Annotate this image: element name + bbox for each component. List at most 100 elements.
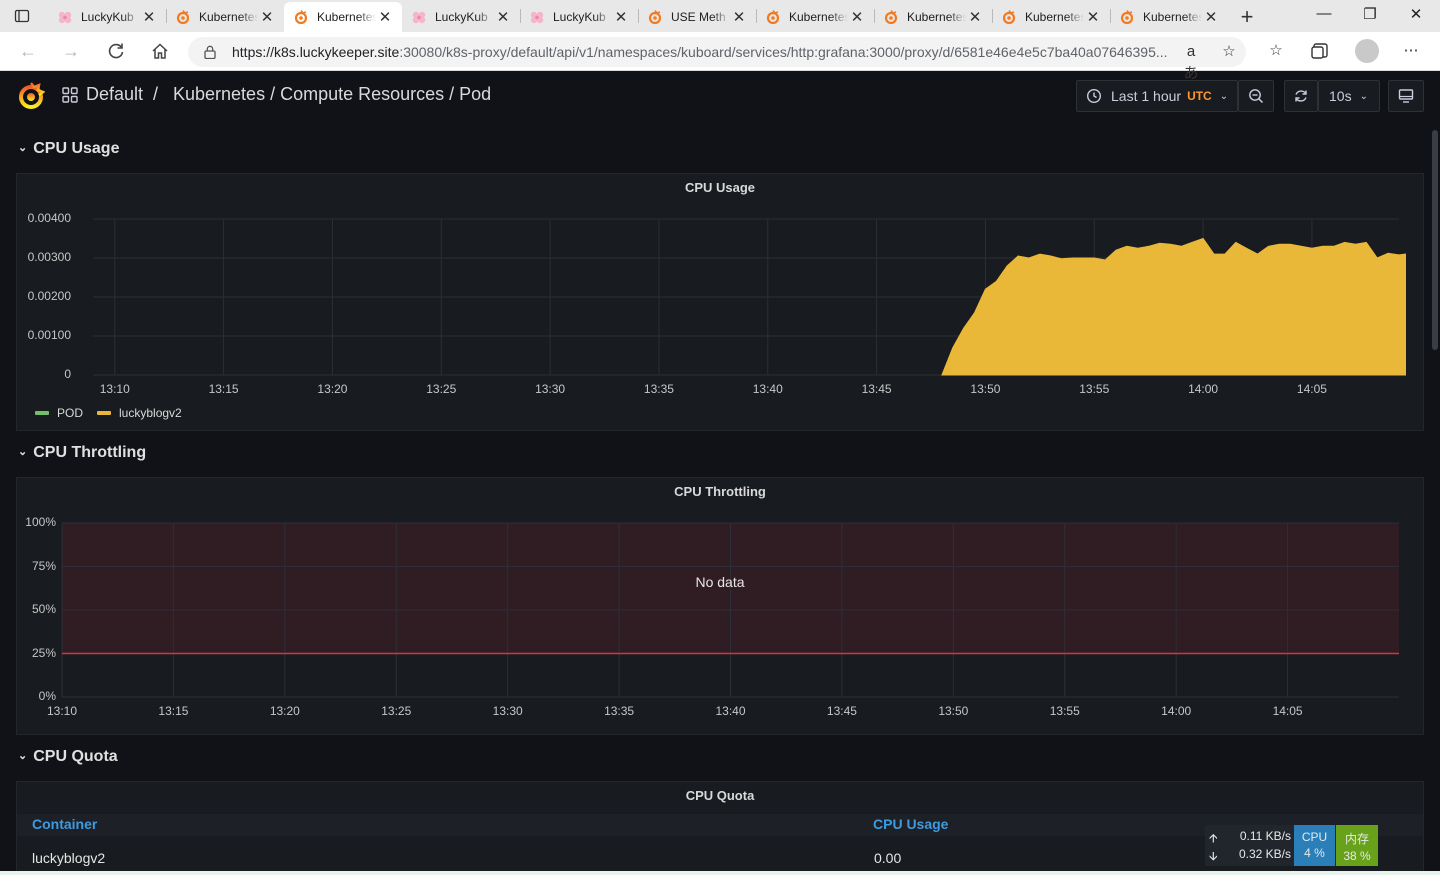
close-tab-icon[interactable]: ✕ (140, 8, 158, 26)
forward-button[interactable]: → (60, 40, 82, 62)
browser-tab[interactable]: USE Meth ✕ (638, 2, 756, 32)
close-tab-icon[interactable]: ✕ (966, 8, 984, 26)
home-icon[interactable] (149, 40, 171, 62)
back-button[interactable]: ← (17, 40, 39, 62)
tab-separator (992, 9, 993, 23)
refresh-button[interactable] (1284, 80, 1318, 112)
dashboard-title[interactable]: Kubernetes / Compute Resources / Pod (173, 84, 491, 105)
browser-tab[interactable]: Kubernetes ✕ (992, 2, 1110, 32)
row-header-cpu-usage[interactable]: ⌄ CPU Usage (18, 140, 119, 158)
row-header-cpu-quota[interactable]: ⌄ CPU Quota (18, 748, 118, 766)
download-speed: 0.32 KB/s (1238, 847, 1291, 861)
tab-separator (874, 9, 875, 23)
close-tab-icon[interactable]: ✕ (730, 8, 748, 26)
tv-mode-button[interactable] (1388, 80, 1424, 112)
time-range-picker[interactable]: Last 1 hour UTC ⌄ (1076, 80, 1238, 112)
tab-title: Kubernetes (789, 10, 848, 24)
reload-icon[interactable] (105, 40, 127, 62)
url-host: https://k8s.luckykeeper.site (232, 44, 400, 60)
close-tab-icon[interactable]: ✕ (376, 8, 394, 26)
lock-icon[interactable] (204, 45, 216, 59)
browser-tab[interactable]: LuckyKub ✕ (402, 2, 520, 32)
chevron-down-icon: ⌄ (18, 142, 28, 154)
chevron-down-icon: ⌄ (1359, 90, 1368, 102)
close-tab-icon[interactable]: ✕ (494, 8, 512, 26)
read-aloud-icon[interactable]: aあ (1180, 41, 1202, 82)
cpu-usage-graph[interactable] (17, 174, 1423, 432)
browser-tab[interactable]: Kubernetes ✕ (166, 2, 284, 32)
close-tab-icon[interactable]: ✕ (848, 8, 866, 26)
address-bar[interactable]: https://k8s.luckykeeper.site:30080/k8s-p… (188, 37, 1246, 82)
browser-tab[interactable]: Kubernetes ✕ (284, 2, 402, 32)
column-header-cpu-usage[interactable]: CPU Usage (873, 816, 948, 832)
browser-tab[interactable]: Kubernetes ✕ (1110, 2, 1228, 32)
breadcrumb-folder[interactable]: Default (86, 84, 143, 105)
grafana-favicon-icon (176, 10, 190, 25)
grafana-favicon-icon (648, 10, 662, 25)
grafana-favicon-icon (884, 10, 898, 25)
series-area-luckyblogv2[interactable] (941, 237, 1406, 376)
grafana-logo-icon[interactable] (17, 81, 45, 111)
row-title-text: CPU Throttling (33, 444, 147, 461)
more-menu-icon[interactable]: ⋯ (1400, 40, 1422, 62)
close-tab-icon[interactable]: ✕ (1202, 8, 1220, 26)
panel-title[interactable]: CPU Quota (17, 788, 1423, 803)
refresh-interval-label: 10s (1329, 88, 1352, 104)
browser-toolbar: ← → https://k8s.luckykeeper.site:30080/k… (0, 32, 1440, 82)
profile-avatar[interactable] (1355, 39, 1379, 63)
restore-button[interactable]: ❐ (1359, 5, 1381, 23)
column-header-container[interactable]: Container (32, 816, 97, 832)
browser-tab[interactable]: Kubernetes ✕ (874, 2, 992, 32)
legend-item-pod[interactable]: POD (57, 406, 83, 420)
grafana-favicon-icon (1120, 10, 1134, 25)
row-header-cpu-throttling[interactable]: ⌄ CPU Throttling (18, 444, 146, 462)
collections-icon[interactable] (1309, 40, 1331, 62)
tab-title: Kubernetes (1143, 10, 1202, 24)
close-tab-icon[interactable]: ✕ (258, 8, 276, 26)
tab-title: USE Meth (671, 10, 726, 24)
minimize-button[interactable]: — (1313, 5, 1335, 22)
panel-cpu-usage[interactable]: CPU Usage 0 0.00100 0.00200 0.00300 0.00400 … (16, 173, 1424, 431)
cpu-throttling-graph[interactable] (17, 478, 1423, 736)
panel-cpu-throttling[interactable]: CPU Throttling 0% 25% 50% 75% 100% 13:10 13:1… (16, 477, 1424, 735)
close-tab-icon[interactable]: ✕ (612, 8, 630, 26)
refresh-icon (1295, 90, 1307, 102)
url-text: https://k8s.luckykeeper.site:30080/k8s-p… (232, 44, 1168, 60)
tab-actions-icon[interactable] (14, 8, 30, 24)
monitor-icon (1398, 89, 1414, 103)
dashboard-grid-icon[interactable] (62, 87, 78, 103)
browser-tab[interactable]: LuckyKub ✕ (520, 2, 638, 32)
tab-separator (166, 9, 167, 23)
url-path: :30080/k8s-proxy/default/api/v1/namespac… (399, 44, 1168, 60)
browser-tab[interactable]: LuckyKub ✕ (48, 2, 166, 32)
tab-title: Kubernetes (317, 10, 376, 24)
close-window-button[interactable]: ✕ (1405, 5, 1427, 23)
clock-icon (1086, 88, 1102, 104)
chevron-down-icon: ⌄ (1219, 90, 1229, 102)
tab-separator (638, 9, 639, 23)
tab-title: LuckyKub (553, 10, 606, 24)
row-title-text: CPU Usage (33, 140, 120, 157)
tab-separator (756, 9, 757, 23)
favorites-icon[interactable]: ☆ (1265, 40, 1287, 62)
tab-title: LuckyKub (435, 10, 488, 24)
close-tab-icon[interactable]: ✕ (1084, 8, 1102, 26)
add-favorite-icon[interactable]: ☆ (1218, 41, 1240, 63)
legend-swatch-pod (35, 411, 49, 415)
zoom-out-icon (1249, 89, 1264, 104)
new-tab-button[interactable]: + (1236, 4, 1258, 30)
page-scrollbar-thumb[interactable] (1432, 130, 1438, 350)
browser-tab[interactable]: Kubernetes ✕ (756, 2, 874, 32)
system-monitor-widget[interactable]: 🡩 0.11 KB/s 🡫 0.32 KB/s CPU 4 % 内存 38 % (1205, 825, 1378, 866)
legend-swatch-luckyblogv2 (97, 411, 112, 415)
refresh-interval-picker[interactable]: 10s ⌄ (1318, 80, 1380, 112)
grafana-navbar: Default / Kubernetes / Compute Resources… (0, 71, 1440, 121)
chevron-down-icon: ⌄ (18, 446, 28, 458)
tab-separator (520, 9, 521, 23)
zoom-out-button[interactable] (1238, 80, 1274, 112)
memory-meter-label: 内存 (1344, 832, 1369, 846)
grafana-favicon-icon (294, 10, 308, 25)
bottom-edge (0, 871, 1440, 875)
upload-speed: 0.11 KB/s (1239, 829, 1291, 843)
legend-item-luckyblogv2[interactable]: luckyblogv2 (119, 406, 182, 420)
